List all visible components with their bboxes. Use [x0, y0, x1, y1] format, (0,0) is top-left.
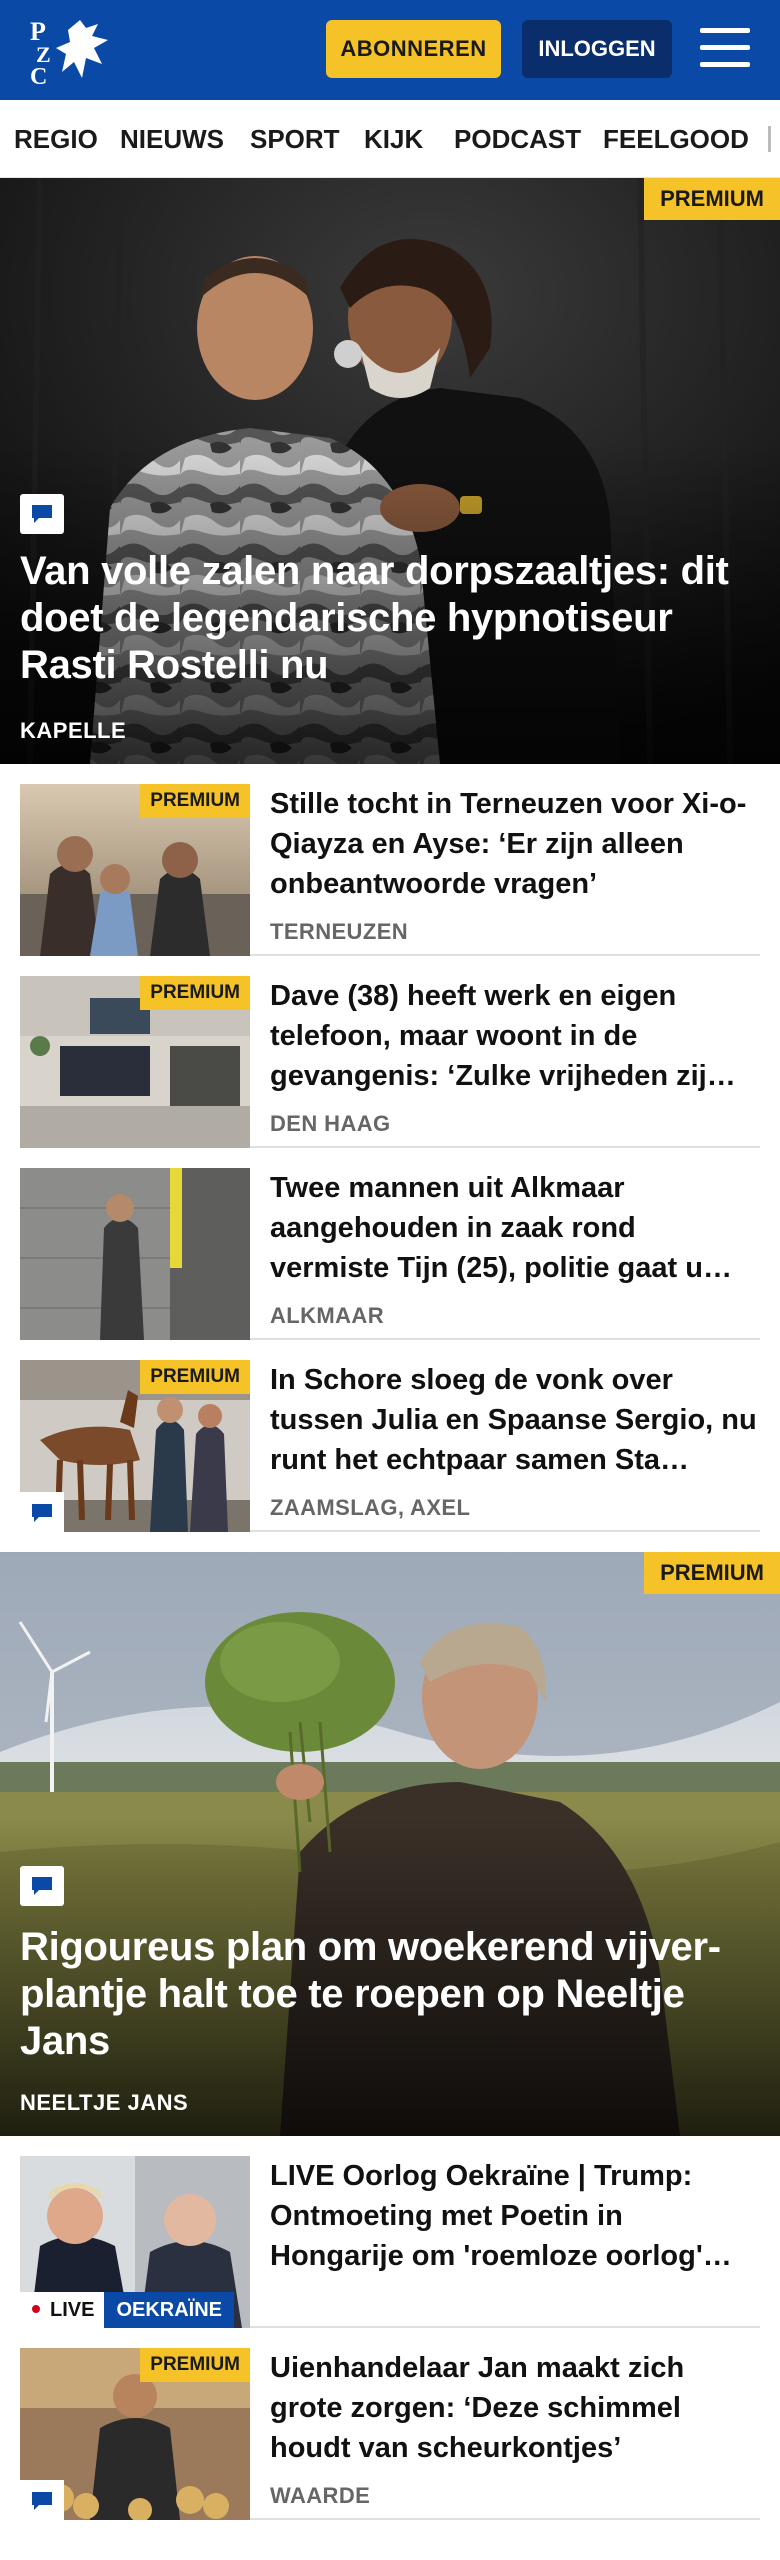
svg-text:C: C — [30, 64, 47, 86]
list-item[interactable]: PREMIUM Dave (38) heeft werk en eigen te… — [20, 956, 760, 1148]
premium-badge: PREMIUM — [644, 1552, 780, 1594]
premium-badge: PREMIUM — [644, 178, 780, 220]
nav-item-regio[interactable]: REGIO — [14, 100, 98, 177]
nav-item-kijk[interactable]: KIJK — [364, 100, 423, 177]
list-item[interactable]: PREMIUM In Schore sloeg de vonk over tus… — [20, 1340, 760, 1532]
article-location: ZAAMSLAG, AXEL — [270, 1495, 471, 1520]
premium-badge: PREMIUM — [140, 784, 250, 818]
section-nav: REGIO NIEUWS SPORT KIJK PODCAST FEELGOOD — [0, 100, 780, 178]
pzc-logo[interactable]: P Z C — [28, 14, 118, 90]
premium-badge: PREMIUM — [140, 1360, 250, 1394]
article-title[interactable]: Dave (38) heeft werk en eigen telefoon, … — [270, 976, 760, 1096]
hero-location-2: NEELTJE JANS — [20, 2090, 189, 2115]
hero-title-1[interactable]: Van volle zalen naar dorpszaaltjes: dit … — [20, 548, 760, 689]
nav-item-podcast[interactable]: PODCAST — [454, 100, 581, 177]
nav-item-feelgood[interactable]: FEELGOOD — [603, 100, 749, 177]
hero-article-2[interactable]: PREMIUM Rigoureus plan om woekerend vijv… — [0, 1552, 780, 2136]
topic-tag[interactable]: OEKRAÏNE — [104, 2292, 235, 2328]
hamburger-menu-icon[interactable] — [700, 28, 750, 70]
list-item[interactable]: PREMIUM Stille tocht in Terneuzen voor X… — [20, 764, 760, 956]
article-thumbnail: PREMIUM — [20, 784, 250, 956]
list-item[interactable]: PREMIUM Uienhandelaar Jan maakt zich gro… — [20, 2328, 760, 2520]
nav-item-nieuws[interactable]: NIEUWS — [120, 100, 224, 177]
comment-icon — [20, 1866, 64, 1906]
article-location: TERNEUZEN — [270, 919, 409, 944]
list-item[interactable]: LIVE OEKRAÏNE LIVE Oorlog Oekraïne | Tru… — [20, 2136, 760, 2328]
article-location: ALKMAAR — [270, 1303, 385, 1328]
article-title[interactable]: LIVE Oorlog Oekraïne | Trump: Ontmoeting… — [270, 2156, 760, 2276]
hero-title-2[interactable]: Rigoureus plan om woekerend vijver-plant… — [20, 1924, 760, 2065]
article-title[interactable]: Twee mannen uit Alkmaar aangehouden in z… — [270, 1168, 760, 1288]
article-thumbnail: PREMIUM — [20, 976, 250, 1148]
premium-badge: PREMIUM — [140, 2348, 250, 2382]
list-item[interactable]: Twee mannen uit Alkmaar aangehouden in z… — [20, 1148, 760, 1340]
hero-article-1[interactable]: PREMIUM Van volle zalen naar dorpszaaltj… — [0, 178, 780, 764]
nav-item-sport[interactable]: SPORT — [250, 100, 340, 177]
premium-badge: PREMIUM — [140, 976, 250, 1010]
live-label: LIVE OEKRAÏNE — [20, 2292, 235, 2328]
article-thumbnail: PREMIUM — [20, 2348, 250, 2520]
article-title[interactable]: In Schore sloeg de vonk over tussen Juli… — [270, 1360, 760, 1480]
article-thumbnail: PREMIUM — [20, 1360, 250, 1532]
comment-icon — [20, 2480, 64, 2520]
article-location: DEN HAAG — [270, 1111, 391, 1136]
hero-location-1: KAPELLE — [20, 718, 127, 743]
comment-icon — [20, 1492, 64, 1532]
top-header: P Z C ABONNEREN INLOGGEN — [0, 0, 780, 100]
subscribe-button[interactable]: ABONNEREN — [326, 20, 501, 78]
article-thumbnail: LIVE OEKRAÏNE — [20, 2156, 250, 2328]
comment-icon — [20, 494, 64, 534]
article-title[interactable]: Stille tocht in Terneuzen voor Xi-o-Qiay… — [270, 784, 760, 904]
login-button[interactable]: INLOGGEN — [522, 20, 672, 78]
article-location: WAARDE — [270, 2483, 371, 2508]
nav-overflow-indicator — [768, 126, 771, 152]
article-thumbnail — [20, 1168, 250, 1340]
article-title[interactable]: Uienhandelaar Jan maakt zich grote zorge… — [270, 2348, 760, 2468]
